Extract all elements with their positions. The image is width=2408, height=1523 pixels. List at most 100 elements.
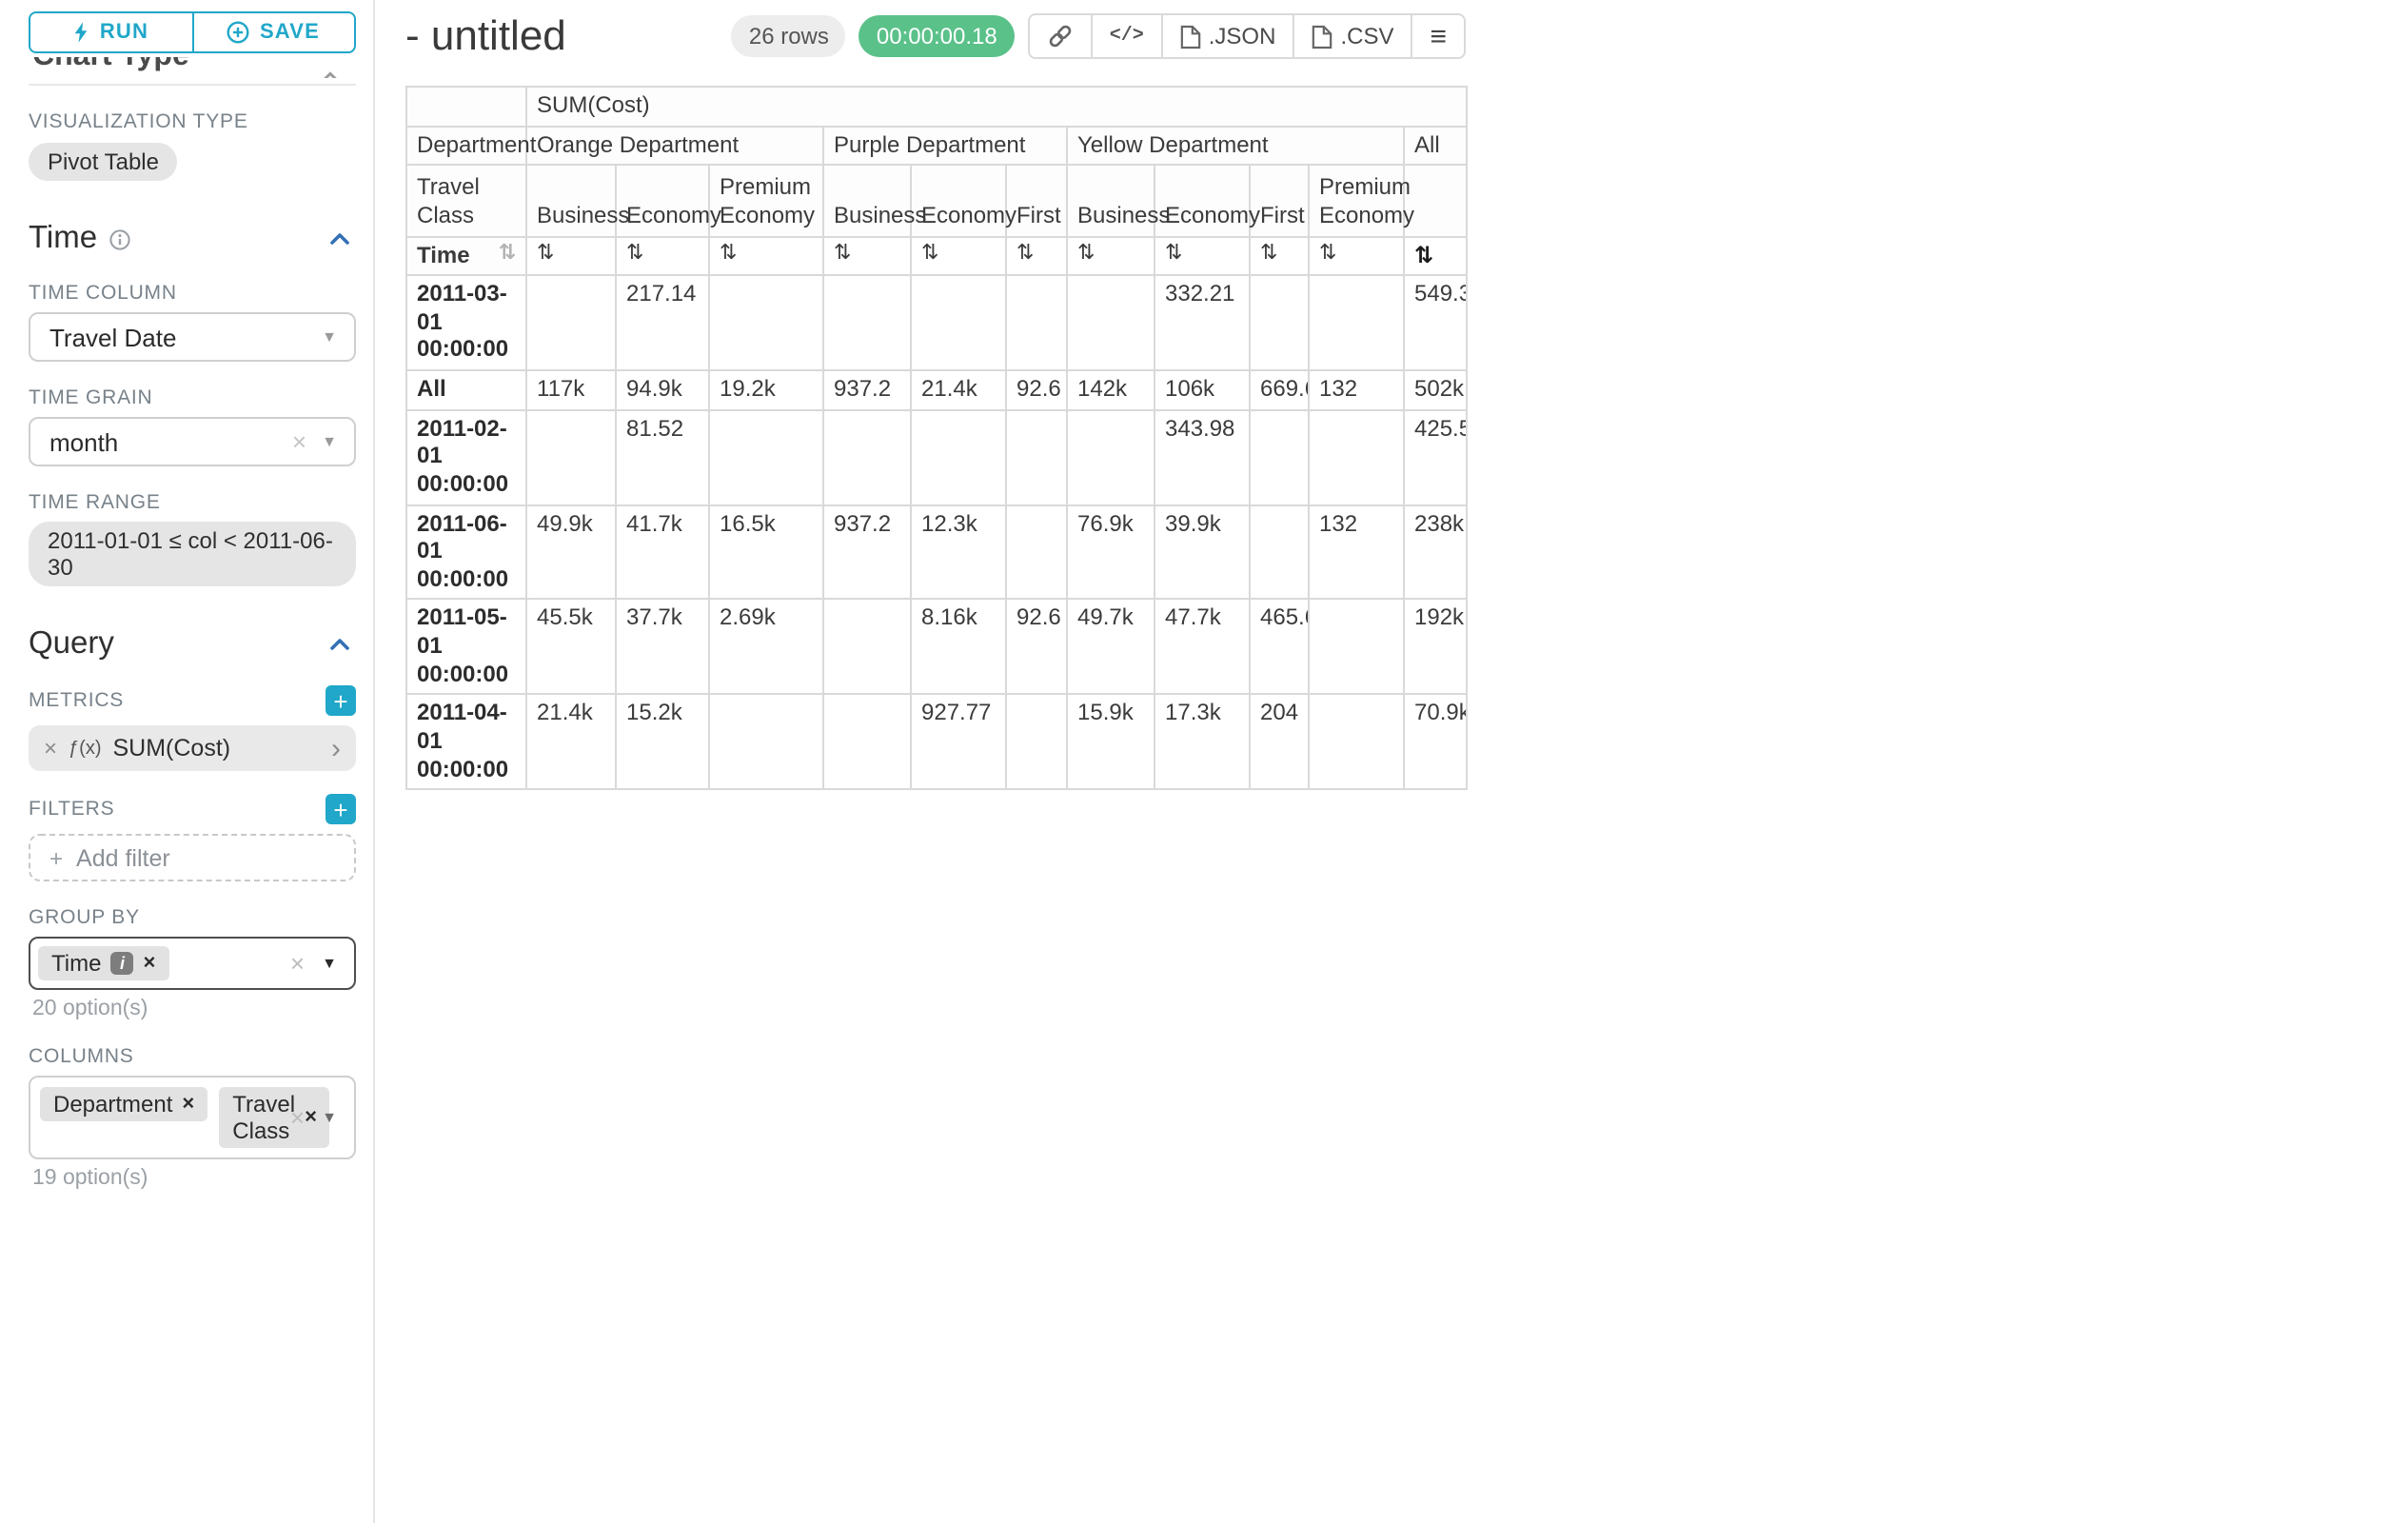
columns-select[interactable]: Department × Travel Class × × ▼ [29, 1076, 356, 1159]
info-icon: i [110, 952, 133, 975]
control-panel: RUN SAVE Chart Type VISUALIZATION TYPE P… [0, 0, 375, 1523]
run-button[interactable]: RUN [29, 11, 193, 53]
pivot-cell [1006, 409, 1067, 504]
department-axis-label: Department [406, 126, 526, 165]
sort-icon[interactable]: ⇅ [823, 236, 911, 275]
time-section-header: Time [29, 221, 356, 257]
remove-tag-icon[interactable]: × [305, 1106, 317, 1129]
pivot-cell: 16.5k [709, 504, 823, 600]
remove-tag-icon[interactable]: × [143, 952, 155, 975]
add-filter-button[interactable]: + Add filter [29, 834, 356, 881]
code-icon: </> [1110, 26, 1144, 47]
viz-type-pill[interactable]: Pivot Table [29, 143, 178, 181]
clear-icon[interactable]: × [290, 949, 305, 978]
pivot-cell: 238k [1404, 504, 1467, 600]
caret-down-icon: ▼ [322, 328, 337, 346]
pivot-cell: 15.2k [616, 695, 709, 790]
time-axis-label: Time ⇅ [406, 236, 526, 275]
caret-down-icon[interactable]: ▼ [322, 1109, 337, 1126]
export-json-button[interactable]: .JSON [1161, 13, 1295, 59]
columns-tag[interactable]: Travel Class × [219, 1087, 330, 1148]
pivot-cell [911, 409, 1006, 504]
time-grain-select[interactable]: month × ▼ [29, 417, 356, 466]
pivot-cell [1006, 695, 1067, 790]
query-collapse-button[interactable] [327, 632, 352, 657]
sort-icon[interactable]: ⇅ [1250, 236, 1309, 275]
travel-class-header: Economy [911, 166, 1006, 237]
pivot-cell: 425.5 [1404, 409, 1467, 504]
pivot-cell [823, 600, 911, 695]
time-column-label: TIME COLUMN [29, 282, 356, 305]
embed-code-button[interactable]: </> [1091, 13, 1163, 59]
pivot-cell [823, 275, 911, 370]
pivot-row-header: All [406, 370, 526, 409]
chevron-right-icon[interactable]: › [331, 734, 341, 762]
pivot-row-header: 2011-05-01 00:00:00 [406, 600, 526, 695]
metrics-label: METRICS [29, 689, 124, 712]
sort-icon[interactable]: ⇅ [499, 242, 516, 267]
time-collapse-button[interactable] [327, 227, 352, 251]
pivot-row-header: 2011-04-01 00:00:00 [406, 695, 526, 790]
sort-icon[interactable]: ⇅ [709, 236, 823, 275]
department-group-header: Yellow Department [1067, 126, 1404, 165]
travel-class-header: Economy [1155, 166, 1250, 237]
sort-icon[interactable]: ⇅ [616, 236, 709, 275]
travel-class-axis-label: Travel Class [406, 166, 526, 237]
sort-icon[interactable]: ⇅ [1006, 236, 1067, 275]
pivot-cell: 39.9k [1155, 504, 1250, 600]
sort-icon[interactable]: ⇅ [1067, 236, 1155, 275]
pivot-cell: 142k [1067, 370, 1155, 409]
info-icon [109, 227, 131, 250]
chart-type-section-header[interactable]: Chart Type [29, 57, 356, 78]
time-column-select[interactable]: Travel Date ▼ [29, 312, 356, 362]
pivot-cell [526, 409, 616, 504]
add-metric-button[interactable]: + [326, 685, 356, 716]
sort-icon-active[interactable]: ⇅ [1404, 236, 1467, 275]
sort-icon[interactable]: ⇅ [911, 236, 1006, 275]
group-by-tag[interactable]: Time i × [38, 946, 168, 980]
clear-icon[interactable]: × [290, 1103, 305, 1132]
more-options-button[interactable]: ≡ [1411, 13, 1466, 59]
pivot-cell: 15.9k [1067, 695, 1155, 790]
pivot-cell: 45.5k [526, 600, 616, 695]
bolt-icon [73, 21, 90, 44]
chart-header: - untitled 26 rows 00:00:00.18 </> .J [405, 11, 1466, 61]
pivot-cell: 192k [1404, 600, 1467, 695]
metrics-label-row: METRICS + [29, 685, 356, 716]
sort-icon[interactable]: ⇅ [1309, 236, 1404, 275]
group-by-select[interactable]: Time i × × ▼ [29, 937, 356, 990]
sort-icon[interactable]: ⇅ [526, 236, 616, 275]
chevron-up-icon [320, 63, 341, 78]
export-csv-button[interactable]: .CSV [1293, 13, 1412, 59]
pivot-cell [709, 695, 823, 790]
save-button[interactable]: SAVE [191, 11, 356, 53]
metric-header: SUM(Cost) [526, 87, 1467, 126]
remove-metric-icon[interactable]: × [44, 735, 57, 762]
columns-options-hint: 19 option(s) [32, 1167, 356, 1190]
clear-icon[interactable]: × [292, 427, 306, 456]
metric-chip[interactable]: × ƒ(x) SUM(Cost) › [29, 725, 356, 771]
travel-class-header: Premium Economy [1309, 166, 1404, 237]
copy-link-button[interactable] [1028, 13, 1093, 59]
sort-icon[interactable]: ⇅ [1155, 236, 1250, 275]
pivot-row: All117k94.9k19.2k937.221.4k92.6142k106k6… [406, 370, 1467, 409]
pivot-cell [526, 275, 616, 370]
department-group-header: Orange Department [526, 126, 823, 165]
query-section-header: Query [29, 626, 356, 663]
csv-label: .CSV [1340, 23, 1393, 49]
pivot-cell [1309, 695, 1404, 790]
time-column-value: Travel Date [49, 323, 176, 351]
add-filter-plus-button[interactable]: + [326, 794, 356, 824]
remove-tag-icon[interactable]: × [182, 1093, 194, 1116]
section-divider [29, 84, 356, 86]
group-by-options-hint: 20 option(s) [32, 998, 356, 1020]
pivot-cell: 92.6 [1006, 600, 1067, 695]
pivot-cell [1309, 275, 1404, 370]
pivot-cell: 669.6 [1250, 370, 1309, 409]
caret-down-icon[interactable]: ▼ [322, 955, 337, 972]
time-range-pill[interactable]: 2011-01-01 ≤ col < 2011-06-30 [29, 522, 356, 586]
function-icon: ƒ(x) [69, 738, 101, 759]
travel-class-header: Economy [616, 166, 709, 237]
pivot-cell: 8.16k [911, 600, 1006, 695]
columns-tag[interactable]: Department × [40, 1087, 207, 1121]
